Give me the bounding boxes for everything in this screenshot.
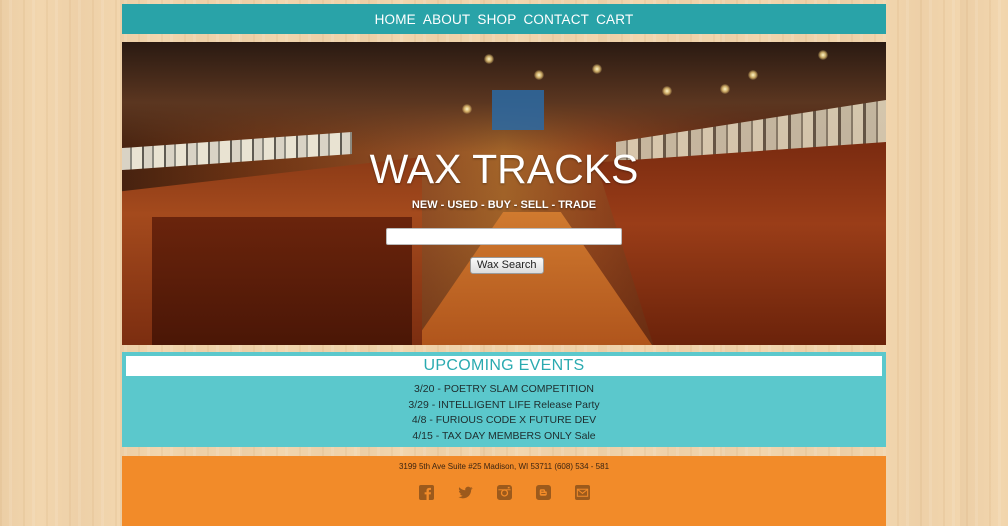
- hero-photo-light: [720, 84, 730, 94]
- wax-search-button[interactable]: Wax Search: [470, 257, 544, 274]
- event-item: 3/20 - POETRY SLAM COMPETITION: [414, 383, 594, 395]
- site-footer: 3199 5th Ave Suite #25 Madison, WI 53711…: [122, 456, 886, 526]
- hero-photo-light: [534, 70, 544, 80]
- main-nav: HOME ABOUT SHOP CONTACT CART: [122, 4, 886, 34]
- nav-about-link[interactable]: ABOUT: [420, 12, 474, 27]
- twitter-icon[interactable]: [457, 485, 473, 500]
- upcoming-events-section: UPCOMING EVENTS 3/20 - POETRY SLAM COMPE…: [122, 352, 886, 447]
- hero-photo-light: [484, 54, 494, 64]
- event-item: 4/8 - FURIOUS CODE X FUTURE DEV: [411, 414, 597, 426]
- hero-photo-shelf-left-front: [152, 217, 412, 345]
- search-input[interactable]: [386, 228, 622, 245]
- site-title: WAX TRACKS: [369, 146, 639, 192]
- hero-photo-light: [462, 104, 472, 114]
- mail-icon[interactable]: [574, 485, 590, 500]
- event-item: 4/15 - TAX DAY MEMBERS ONLY Sale: [412, 429, 596, 442]
- hero-photo-sign: [492, 90, 544, 130]
- events-list: 3/20 - POETRY SLAM COMPETITION 3/29 - IN…: [122, 382, 886, 444]
- nav-cart-link[interactable]: CART: [593, 12, 636, 27]
- hero-photo-light: [592, 64, 602, 74]
- hero-photo-light: [662, 86, 672, 96]
- hero-banner: WAX TRACKS NEW - USED - BUY - SELL - TRA…: [122, 42, 886, 345]
- event-item: 3/29 - INTELLIGENT LIFE Release Party: [408, 398, 600, 411]
- nav-contact-link[interactable]: CONTACT: [520, 12, 592, 27]
- events-heading: UPCOMING EVENTS: [126, 356, 882, 376]
- blogger-icon[interactable]: [535, 485, 551, 500]
- hero-photo-light: [818, 50, 828, 60]
- nav-home-link[interactable]: HOME: [372, 12, 419, 27]
- facebook-icon[interactable]: [418, 485, 434, 500]
- site-tagline: NEW - USED - BUY - SELL - TRADE: [411, 199, 597, 211]
- social-links: [122, 485, 886, 500]
- nav-shop-link[interactable]: SHOP: [474, 12, 519, 27]
- store-address: 3199 5th Ave Suite #25 Madison, WI 53711…: [398, 462, 610, 471]
- instagram-icon[interactable]: [496, 485, 512, 500]
- page-container: HOME ABOUT SHOP CONTACT CART WAX TRACKS …: [122, 0, 886, 526]
- hero-photo-light: [748, 70, 758, 80]
